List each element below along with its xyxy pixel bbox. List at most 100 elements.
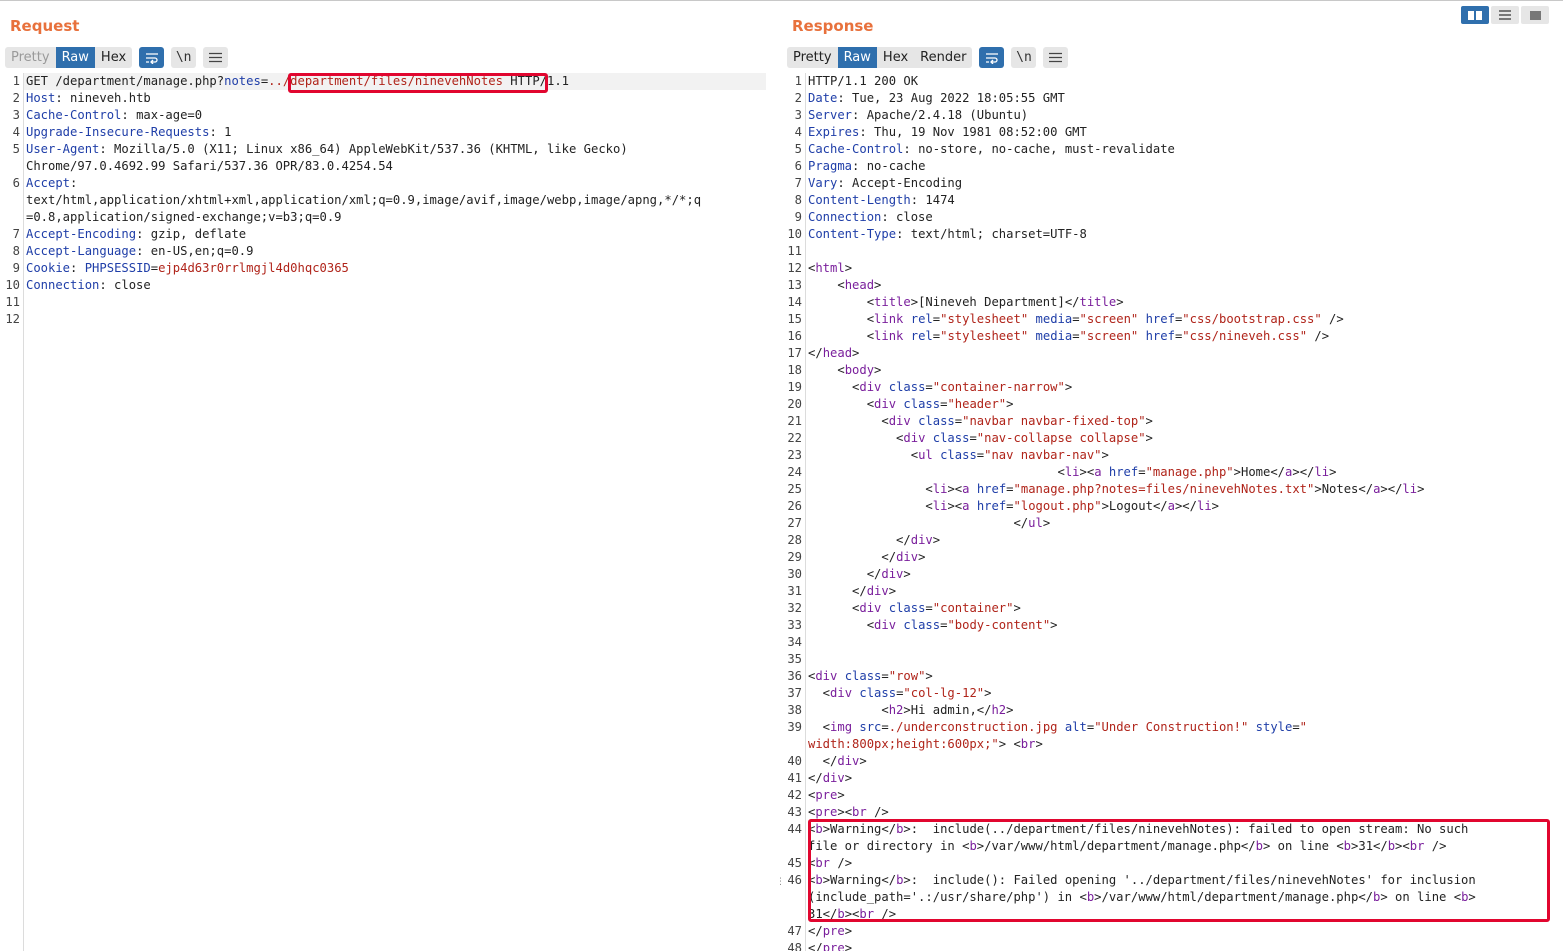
code-token: src — [859, 720, 882, 734]
code-token: : Thu, 19 Nov 1981 08:52:00 GMT — [859, 125, 1087, 139]
code-token: div — [910, 533, 933, 547]
code-token: img — [830, 720, 853, 734]
code-token: href — [1145, 329, 1175, 343]
request-wrap-button[interactable] — [139, 47, 165, 68]
code-token: rel — [910, 329, 933, 343]
request-tab-hex[interactable]: Hex — [95, 47, 132, 68]
code-token: link — [874, 312, 904, 326]
response-tab-raw[interactable]: Raw — [837, 47, 877, 68]
code-line: Content-Length: 1474 — [808, 192, 955, 209]
code-line: </ul> — [808, 515, 1050, 532]
response-tab-render[interactable]: Render — [914, 47, 972, 68]
horizontal-split-icon[interactable] — [1491, 6, 1519, 24]
code-token: </ — [808, 924, 823, 938]
code-token: = — [954, 414, 963, 428]
request-tab-pretty[interactable]: Pretty — [5, 47, 56, 68]
line-number: 19 — [787, 380, 802, 394]
code-token: Content-Length — [808, 193, 911, 207]
code-line: <body> — [808, 362, 881, 379]
code-token: < — [808, 465, 1065, 479]
response-tab-pretty[interactable]: Pretty — [787, 47, 838, 68]
response-editor[interactable]: 1 2 3 4 5 6 7 8 9 10 11 12 13 14 15 16 17 18 19 20 21 22 23 24 2… — [782, 73, 1563, 951]
request-newline-button[interactable]: \n — [171, 47, 197, 68]
code-line: <div class="row"> — [808, 668, 933, 685]
code-token: < — [808, 431, 904, 445]
code-token: >Notes</ — [1314, 482, 1374, 496]
code-token: pre — [815, 805, 838, 819]
request-editor[interactable]: 1 2 3 4 5 6 7 8 9 10 11 12 GET /department/manage.p… — [0, 73, 772, 951]
request-tab-raw[interactable]: Raw — [55, 47, 95, 68]
code-token: > — [1013, 601, 1021, 615]
code-token: li — [932, 482, 948, 496]
response-menu-button[interactable] — [1043, 47, 1069, 68]
code-token: Host — [26, 91, 56, 105]
code-token: h2 — [888, 703, 904, 717]
code-token: > — [984, 686, 992, 700]
code-line: </pre> — [808, 923, 852, 940]
response-wrap-button[interactable] — [979, 47, 1005, 68]
code-token: </ — [808, 771, 823, 785]
request-view-tabs: Pretty Raw Hex — [5, 47, 133, 68]
line-number: 36 — [787, 669, 802, 683]
code-token: "row" — [888, 669, 926, 683]
line-number: 22 — [787, 431, 802, 445]
code-line: Host: nineveh.htb — [26, 90, 151, 107]
code-token: > — [925, 669, 933, 683]
line-number: 23 — [787, 448, 802, 462]
code-token: style — [1255, 720, 1293, 734]
code-token: = — [1006, 482, 1014, 496]
code-line: <h2>Hi admin,</h2> — [808, 702, 1013, 719]
code-token: title — [874, 295, 911, 309]
code-token: Cookie — [26, 261, 71, 275]
line-number: 10 — [5, 278, 20, 292]
code-token: body — [844, 363, 875, 377]
request-menu-button[interactable] — [203, 47, 229, 68]
line-number: 3 — [794, 108, 802, 122]
code-line: Expires: Thu, 19 Nov 1981 08:52:00 GMT — [808, 124, 1087, 141]
response-newline-button[interactable]: \n — [1011, 47, 1037, 68]
code-token: Content-Type — [808, 227, 897, 241]
line-number: 26 — [787, 499, 802, 513]
response-title: Response — [792, 17, 874, 35]
single-pane-icon[interactable] — [1521, 6, 1549, 24]
code-token: >Hi admin,</ — [903, 703, 992, 717]
newline-icon: \n — [175, 50, 192, 65]
code-line: </div> — [808, 770, 852, 787]
code-line: <li><a href="manage.php">Home</a></li> — [808, 464, 1336, 481]
code-token: > < — [998, 737, 1021, 751]
line-number: 8 — [12, 244, 20, 258]
code-line: Cookie: PHPSESSID=ejp4d63r0rrlmgjl4d0hqc… — [26, 260, 349, 277]
code-token: class — [903, 618, 941, 632]
response-tab-hex[interactable]: Hex — [877, 47, 914, 68]
code-token: >Logout</ — [1101, 499, 1168, 513]
line-number: 7 — [12, 227, 20, 241]
code-token: < — [808, 363, 845, 377]
code-token: ejp4d63r0rrlmgjl4d0hqc0365 — [158, 261, 349, 275]
code-token: notes — [224, 74, 261, 88]
code-token: ></ — [1174, 499, 1197, 513]
code-line: <div class="container"> — [808, 600, 1021, 617]
code-token: = — [1072, 329, 1080, 343]
code-token: > — [837, 788, 845, 802]
code-token: > — [1329, 465, 1337, 479]
line-number: 34 — [787, 635, 802, 649]
line-number: 11 — [5, 295, 20, 309]
layout-mode-switch — [1459, 6, 1549, 24]
response-toolbar: Pretty Raw Hex Render \n — [787, 47, 1069, 68]
pane-divider-handle[interactable]: ⋮ — [776, 878, 785, 887]
code-token: div — [859, 601, 882, 615]
code-line: Pragma: no-cache — [808, 158, 925, 175]
code-token: = — [150, 261, 159, 275]
line-number: 16 — [787, 329, 802, 343]
code-token: > — [1101, 448, 1109, 462]
code-token: ul — [1028, 516, 1043, 530]
line-number: 46 — [787, 873, 802, 887]
side-by-side-icon[interactable] — [1461, 6, 1489, 24]
code-token: < — [808, 601, 860, 615]
